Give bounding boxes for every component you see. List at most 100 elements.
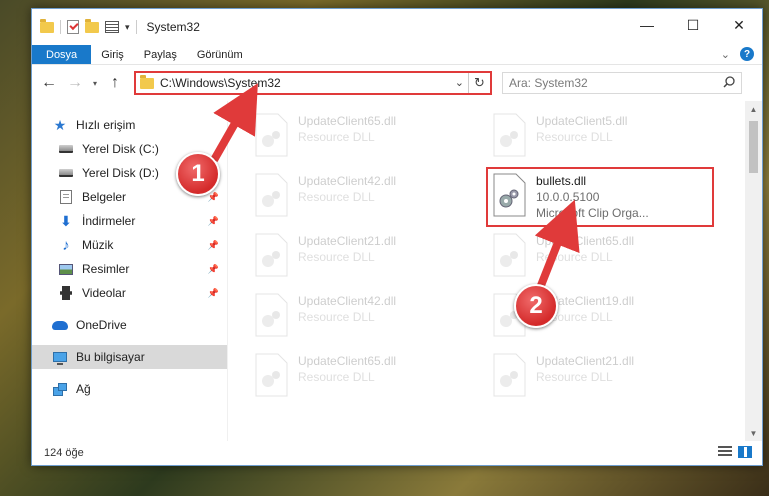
- recent-locations-icon[interactable]: ▾: [90, 79, 100, 88]
- computer-icon: [52, 350, 68, 365]
- dll-file-icon: [493, 233, 526, 277]
- maximize-button[interactable]: ☐: [670, 9, 716, 41]
- network-icon: [52, 382, 68, 396]
- file-name: UpdateClient21.dll: [536, 354, 635, 368]
- disk-icon: [58, 166, 74, 180]
- quick-access-toolbar: ▾: [40, 18, 137, 34]
- scroll-thumb[interactable]: [749, 121, 758, 173]
- file-name: UpdateClient65.dll: [298, 114, 397, 128]
- nav-label: Yerel Disk (C:): [82, 142, 159, 156]
- folder-icon: [140, 74, 154, 89]
- file-item[interactable]: UpdateClient42.dll Resource DLL: [250, 289, 480, 345]
- nav-videos[interactable]: Videolar 📌: [32, 281, 227, 305]
- tab-share[interactable]: Paylaş: [134, 45, 187, 64]
- tab-home[interactable]: Giriş: [91, 45, 134, 64]
- documents-icon: [58, 190, 74, 204]
- dll-file-icon: [255, 353, 288, 397]
- file-desc: Resource DLL: [536, 250, 613, 264]
- file-name: UpdateClient65.dll: [298, 354, 397, 368]
- file-desc: Resource DLL: [536, 370, 613, 384]
- nav-quick-access[interactable]: ★ Hızlı erişim: [32, 113, 227, 137]
- window-title: System32: [146, 20, 200, 34]
- pictures-icon: [58, 262, 74, 276]
- dll-file-icon: [255, 233, 288, 277]
- folder-icon: [40, 18, 54, 33]
- address-dropdown-icon[interactable]: ⌄: [455, 76, 464, 89]
- file-item[interactable]: UpdateClient21.dll Resource DLL: [250, 229, 480, 285]
- file-item[interactable]: UpdateClient65.dll Resource DLL: [250, 109, 480, 165]
- file-desc: Resource DLL: [298, 250, 375, 264]
- pin-icon[interactable]: 📌: [208, 192, 219, 203]
- file-desc: Resource DLL: [298, 130, 375, 144]
- refresh-button[interactable]: ↻: [468, 73, 490, 93]
- file-item[interactable]: UpdateClient65.dll Resource DLL: [250, 349, 480, 405]
- file-name: UpdateClient5.dll: [536, 114, 628, 128]
- pin-icon[interactable]: 📌: [208, 216, 219, 227]
- scroll-up-icon[interactable]: ▲: [745, 101, 762, 117]
- file-desc: Resource DLL: [298, 310, 375, 324]
- address-path[interactable]: C:\Windows\System32: [160, 76, 281, 90]
- search-icon[interactable]: [723, 76, 735, 88]
- file-item[interactable]: UpdateClient21.dll Resource DLL: [488, 349, 718, 405]
- scroll-down-icon[interactable]: ▼: [745, 425, 762, 441]
- step-1-badge: 1: [176, 152, 220, 196]
- pin-icon[interactable]: 📌: [208, 288, 219, 299]
- file-item[interactable]: UpdateClient65.dll Resource DLL: [488, 229, 718, 285]
- dll-file-icon: [255, 293, 288, 337]
- tab-view[interactable]: Görünüm: [187, 45, 253, 64]
- nav-label: Resimler: [82, 262, 130, 276]
- tab-file[interactable]: Dosya: [32, 45, 92, 64]
- properties-check-icon[interactable]: [67, 20, 79, 34]
- highlighted-file-item[interactable]: bullets.dll 10.0.0.5100 Microsoft Clip O…: [486, 167, 714, 227]
- pin-icon[interactable]: 📌: [208, 240, 219, 251]
- details-view-icon[interactable]: [718, 446, 732, 458]
- expand-ribbon-icon[interactable]: ⌄: [721, 48, 730, 61]
- dll-file-icon: [493, 173, 526, 217]
- nav-this-pc[interactable]: Bu bilgisayar: [32, 345, 227, 369]
- file-name: bullets.dll: [536, 174, 587, 188]
- nav-label: Yerel Disk (D:): [82, 166, 159, 180]
- dll-file-icon: [493, 353, 526, 397]
- search-input[interactable]: [509, 76, 709, 90]
- file-list: UpdateClient65.dll Resource DLL UpdateCli…: [228, 101, 762, 441]
- download-icon: ⬇: [60, 212, 72, 229]
- status-bar: 124 öğe: [32, 441, 762, 465]
- forward-button[interactable]: →: [64, 72, 86, 94]
- search-box[interactable]: [502, 72, 742, 94]
- new-folder-icon[interactable]: [85, 18, 99, 33]
- file-name: UpdateClient65.dll: [536, 234, 635, 248]
- nav-label: Ağ: [76, 382, 91, 396]
- cloud-icon: [52, 318, 68, 332]
- star-icon: ★: [53, 116, 67, 133]
- nav-network[interactable]: Ağ: [32, 377, 227, 401]
- up-button[interactable]: ↑: [104, 72, 126, 94]
- file-item[interactable]: UpdateClient42.dll Resource DLL: [250, 169, 480, 225]
- close-button[interactable]: ✕: [716, 9, 762, 41]
- divider: [135, 20, 137, 34]
- file-desc: Resource DLL: [298, 190, 375, 204]
- address-row: ← → ▾ ↑ C:\Windows\System32 ⌄ ↻: [32, 65, 762, 101]
- dll-file-icon: [493, 113, 526, 157]
- back-button[interactable]: ←: [38, 72, 60, 94]
- vertical-scrollbar[interactable]: ▲ ▼: [745, 101, 762, 441]
- nav-music[interactable]: ♪ Müzik 📌: [32, 233, 227, 257]
- dll-file-icon: [255, 173, 288, 217]
- qat-dropdown-icon[interactable]: ▾: [125, 22, 130, 33]
- tiles-view-icon[interactable]: [738, 446, 752, 458]
- help-icon[interactable]: ?: [740, 47, 754, 61]
- music-icon: ♪: [62, 236, 70, 254]
- nav-label: Videolar: [82, 286, 126, 300]
- nav-downloads[interactable]: ⬇ İndirmeler 📌: [32, 209, 227, 233]
- divider: [60, 20, 61, 34]
- nav-label: OneDrive: [76, 318, 127, 332]
- minimize-button[interactable]: —: [624, 9, 670, 41]
- nav-pictures[interactable]: Resimler 📌: [32, 257, 227, 281]
- address-bar[interactable]: C:\Windows\System32 ⌄ ↻: [134, 71, 492, 95]
- nav-label: Bu bilgisayar: [76, 350, 145, 364]
- nav-onedrive[interactable]: OneDrive: [32, 313, 227, 337]
- file-item[interactable]: UpdateClient5.dll Resource DLL: [488, 109, 718, 165]
- customize-icon[interactable]: [105, 21, 119, 33]
- videos-icon: [58, 286, 74, 300]
- pin-icon[interactable]: 📌: [208, 264, 219, 275]
- explorer-window: ▾ System32 — ☐ ✕ Dosya Giriş Paylaş Görü…: [31, 8, 763, 466]
